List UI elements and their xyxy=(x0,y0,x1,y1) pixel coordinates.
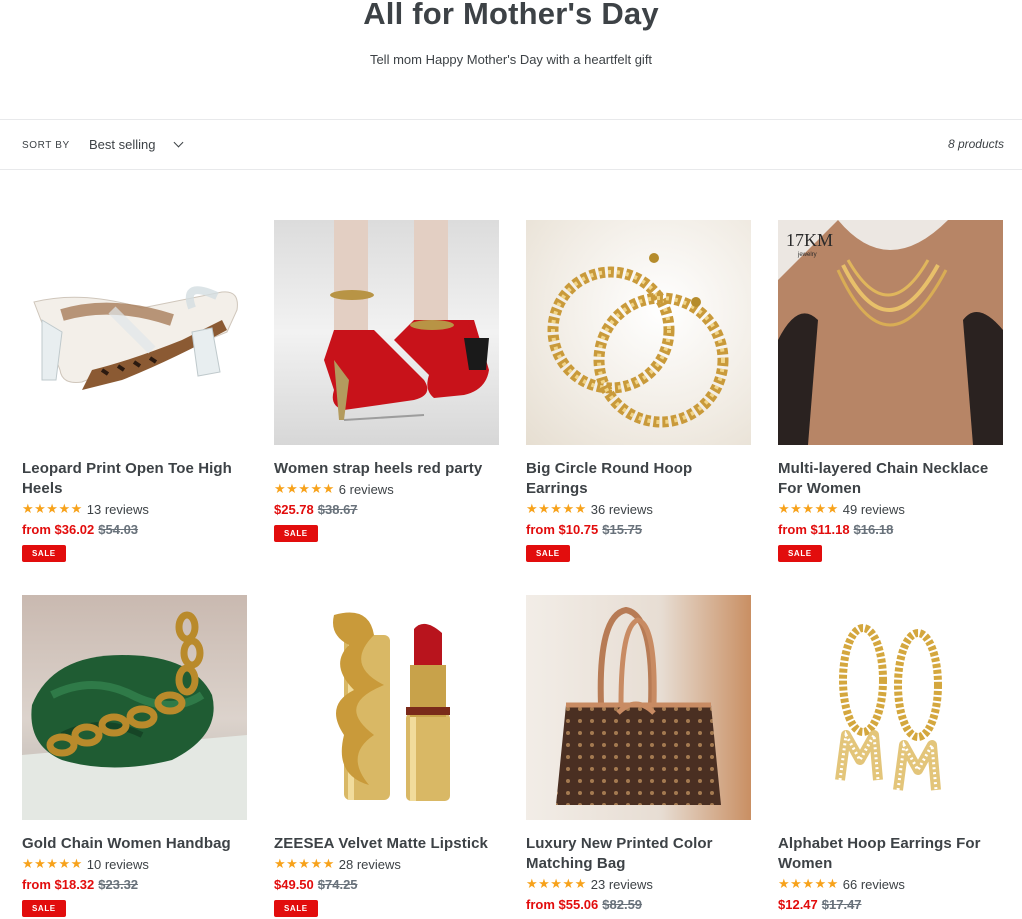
chevron-down-icon xyxy=(174,137,184,148)
sale-badge: SALE xyxy=(526,545,570,562)
sale-price: $25.78 xyxy=(274,501,314,517)
product-price: $12.47 $17.47 xyxy=(778,894,1003,914)
product-rating: ★★★★★ 10 reviews xyxy=(22,854,247,874)
star-rating-icon: ★★★★★ xyxy=(22,856,83,871)
product-title[interactable]: ZEESEA Velvet Matte Lipstick xyxy=(274,834,499,854)
sale-badge: SALE xyxy=(274,900,318,917)
brand-logo-text: 17KM xyxy=(786,230,833,250)
product-rating: ★★★★★ 13 reviews xyxy=(22,499,247,519)
product-title[interactable]: Women strap heels red party xyxy=(274,459,499,479)
product-title[interactable]: Multi-layered Chain Necklace For Women xyxy=(778,459,1003,499)
review-count: 66 reviews xyxy=(842,876,905,892)
product-rating: ★★★★★ 28 reviews xyxy=(274,854,499,874)
star-rating-icon: ★★★★★ xyxy=(778,501,839,516)
product-title[interactable]: Alphabet Hoop Earrings For Women xyxy=(778,834,1003,874)
compare-at-price: $82.59 xyxy=(602,896,643,912)
product-price: from $18.32 $23.32 xyxy=(22,874,247,894)
star-rating-icon: ★★★★★ xyxy=(22,501,83,516)
compare-at-price: $54.03 xyxy=(98,521,139,537)
review-count: 6 reviews xyxy=(338,481,394,497)
page-subtitle: Tell mom Happy Mother's Day with a heart… xyxy=(369,52,653,67)
product-card[interactable]: Leopard Print Open Toe High Heels ★★★★★ … xyxy=(22,220,247,562)
product-card[interactable]: Luxury New Printed Color Matching Bag ★★… xyxy=(526,595,751,914)
product-rating: ★★★★★ 36 reviews xyxy=(526,499,751,519)
sort-by-label: SORT BY xyxy=(22,140,70,151)
sale-price: $49.50 xyxy=(274,876,314,892)
sale-badge: SALE xyxy=(778,545,822,562)
product-price: from $55.06 $82.59 xyxy=(526,894,751,914)
product-rating: ★★★★★ 49 reviews xyxy=(778,499,1003,519)
product-image-chain-necklace[interactable]: 17KM jewelry xyxy=(778,220,1003,445)
star-rating-icon: ★★★★★ xyxy=(274,856,335,871)
product-card[interactable]: Gold Chain Women Handbag ★★★★★ 10 review… xyxy=(22,595,247,917)
compare-at-price: $38.67 xyxy=(317,501,358,517)
review-count: 23 reviews xyxy=(590,876,653,892)
product-price: $49.50 $74.25 xyxy=(274,874,499,894)
product-price: $25.78 $38.67 xyxy=(274,499,499,519)
product-title[interactable]: Gold Chain Women Handbag xyxy=(22,834,247,854)
product-card[interactable]: Women strap heels red party ★★★★★ 6 revi… xyxy=(274,220,499,542)
product-card[interactable]: Alphabet Hoop Earrings For Women ★★★★★ 6… xyxy=(778,595,1003,914)
sale-badge: SALE xyxy=(22,900,66,917)
sale-price: from $11.18 xyxy=(778,521,850,537)
sale-badge: SALE xyxy=(22,545,66,562)
sale-price: from $10.75 xyxy=(526,521,599,537)
star-rating-icon: ★★★★★ xyxy=(274,481,335,496)
sale-price: $12.47 xyxy=(778,896,818,912)
star-rating-icon: ★★★★★ xyxy=(526,501,587,516)
sale-price: from $36.02 xyxy=(22,521,95,537)
product-rating: ★★★★★ 23 reviews xyxy=(526,874,751,894)
product-price: from $36.02 $54.03 xyxy=(22,519,247,539)
sale-price: from $18.32 xyxy=(22,876,95,892)
sort-by-value: Best selling xyxy=(89,137,156,152)
product-rating: ★★★★★ 6 reviews xyxy=(274,479,499,499)
collection-filter-bar: SORT BY Best selling 8 products xyxy=(0,119,1022,170)
product-title[interactable]: Big Circle Round Hoop Earrings xyxy=(526,459,751,499)
product-rating: ★★★★★ 66 reviews xyxy=(778,874,1003,894)
compare-at-price: $74.25 xyxy=(317,876,358,892)
product-card[interactable]: Big Circle Round Hoop Earrings ★★★★★ 36 … xyxy=(526,220,751,562)
review-count: 10 reviews xyxy=(86,856,149,872)
product-price: from $10.75 $15.75 xyxy=(526,519,751,539)
brand-logo-sub: jewelry xyxy=(797,252,817,258)
product-count: 8 products xyxy=(947,137,1004,151)
compare-at-price: $17.47 xyxy=(821,896,862,912)
review-count: 13 reviews xyxy=(86,501,149,517)
product-image-lipstick[interactable] xyxy=(274,595,499,820)
product-image-red-heels[interactable] xyxy=(274,220,499,445)
sort-by-select[interactable]: Best selling xyxy=(89,137,184,152)
sale-badge: SALE xyxy=(274,525,318,542)
compare-at-price: $16.18 xyxy=(853,521,894,537)
product-image-hoop-earrings[interactable] xyxy=(526,220,751,445)
review-count: 49 reviews xyxy=(842,501,905,517)
compare-at-price: $15.75 xyxy=(602,521,643,537)
product-card[interactable]: ZEESEA Velvet Matte Lipstick ★★★★★ 28 re… xyxy=(274,595,499,917)
sale-price: from $55.06 xyxy=(526,896,599,912)
star-rating-icon: ★★★★★ xyxy=(778,876,839,891)
review-count: 36 reviews xyxy=(590,501,653,517)
page-title: All for Mother's Day xyxy=(363,0,659,31)
product-image-gold-chain-handbag[interactable] xyxy=(22,595,247,820)
compare-at-price: $23.32 xyxy=(98,876,139,892)
product-title[interactable]: Leopard Print Open Toe High Heels xyxy=(22,459,247,499)
product-image-alphabet-earrings[interactable] xyxy=(778,595,1003,820)
product-card[interactable]: 17KM jewelry Multi-layered Chain Necklac… xyxy=(778,220,1003,562)
product-image-leopard-heels[interactable] xyxy=(22,220,247,445)
star-rating-icon: ★★★★★ xyxy=(526,876,587,891)
product-image-printed-tote-bag[interactable] xyxy=(526,595,751,820)
product-title[interactable]: Luxury New Printed Color Matching Bag xyxy=(526,834,751,874)
product-price: from $11.18 $16.18 xyxy=(778,519,1003,539)
review-count: 28 reviews xyxy=(338,856,401,872)
